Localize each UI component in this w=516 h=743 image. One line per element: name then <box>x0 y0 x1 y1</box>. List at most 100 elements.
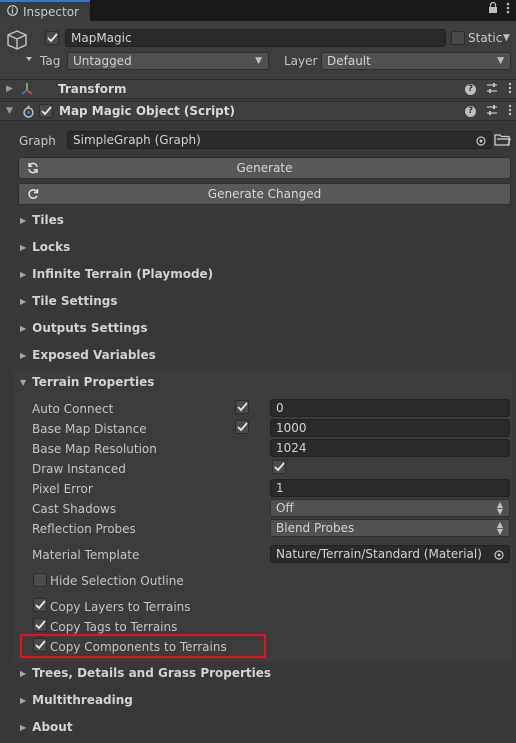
foldout-label: Tiles <box>32 213 64 227</box>
more-icon[interactable] <box>508 82 512 97</box>
reflection-probes-value: Blend Probes <box>276 521 355 535</box>
component-name: Map Magic Object (Script) <box>59 104 235 118</box>
generate-changed-button[interactable]: Generate Changed <box>18 183 511 205</box>
collapsed-arrow-icon: ▶ <box>6 84 13 94</box>
tag-label: Tag <box>40 54 61 68</box>
refresh-icon <box>27 188 39 203</box>
gameobject-active-checkbox[interactable] <box>45 31 59 45</box>
updown-arrows-icon: ▲ ▼ <box>496 500 503 516</box>
tab-label: Inspector <box>23 4 79 19</box>
foldout-tile-settings[interactable]: ▶ Tile Settings <box>20 294 118 308</box>
chevron-down-icon: ▼ <box>255 56 262 66</box>
copy-layers-label: Copy Layers to Terrains <box>50 600 191 614</box>
refresh-icon <box>27 162 39 177</box>
graph-value: SimpleGraph (Graph) <box>73 133 201 147</box>
copy-layers-checkbox[interactable] <box>33 598 47 612</box>
help-icon[interactable]: ? <box>465 83 476 95</box>
material-template-value: Nature/Terrain/Standard (Material) <box>276 547 482 561</box>
foldout-tiles[interactable]: ▶ Tiles <box>20 213 64 227</box>
static-label: Static <box>468 31 503 45</box>
collapsed-arrow-icon: ▶ <box>20 242 27 252</box>
draw-instanced-checkbox[interactable] <box>272 460 286 474</box>
more-icon[interactable] <box>508 104 512 119</box>
foldout-locks[interactable]: ▶ Locks <box>20 240 70 254</box>
transform-icon <box>20 82 34 99</box>
component-name: Transform <box>58 82 127 96</box>
graph-object-field[interactable]: SimpleGraph (Graph) <box>67 131 492 149</box>
presets-icon[interactable] <box>486 82 498 97</box>
foldout-label: About <box>32 720 73 734</box>
auto-connect-checkbox[interactable] <box>235 400 249 414</box>
layer-dropdown[interactable]: Default ▼ <box>321 52 511 70</box>
script-icon <box>22 105 35 121</box>
menu-icon[interactable] <box>506 2 510 17</box>
gameobject-header: MapMagic Static ▼ Tag Untagged ▼ Layer D… <box>0 21 516 81</box>
object-picker-icon[interactable] <box>494 549 504 563</box>
foldout-label: Trees, Details and Grass Properties <box>32 666 272 680</box>
static-checkbox[interactable] <box>451 31 465 45</box>
lock-icon[interactable] <box>488 1 498 17</box>
collapsed-arrow-icon: ▶ <box>20 668 27 678</box>
foldout-label: Tile Settings <box>32 294 118 308</box>
tab-bar: Inspector <box>0 0 516 21</box>
foldout-trees-details-grass[interactable]: ▶ Trees, Details and Grass Properties <box>20 666 271 680</box>
foldout-label: Exposed Variables <box>32 348 156 362</box>
cast-shadows-value: Off <box>276 501 294 515</box>
collapsed-arrow-icon: ▶ <box>20 323 27 333</box>
reflection-probes-label: Reflection Probes <box>32 522 136 536</box>
base-map-resolution-input[interactable]: 1024 <box>270 439 510 457</box>
collapsed-arrow-icon: ▶ <box>20 350 27 360</box>
tab-inspector[interactable]: Inspector <box>0 0 90 21</box>
foldout-exposed-variables[interactable]: ▶ Exposed Variables <box>20 348 156 362</box>
base-map-distance-checkbox[interactable] <box>235 420 249 434</box>
base-map-distance-label: Base Map Distance <box>32 422 147 436</box>
help-icon[interactable]: ? <box>465 105 476 117</box>
graph-label: Graph <box>19 134 56 148</box>
highlight-box <box>20 634 266 658</box>
auto-connect-input[interactable]: 0 <box>270 399 510 417</box>
material-template-field[interactable]: Nature/Terrain/Standard (Material) <box>270 545 510 563</box>
base-map-resolution-label: Base Map Resolution <box>32 442 157 456</box>
generate-label: Generate <box>236 161 293 175</box>
hide-selection-outline-checkbox[interactable] <box>33 573 47 587</box>
generate-changed-label: Generate Changed <box>207 187 322 201</box>
foldout-multithreading[interactable]: ▶ Multithreading <box>20 693 133 707</box>
pixel-error-input[interactable]: 1 <box>270 479 510 497</box>
copy-tags-checkbox[interactable] <box>33 618 47 632</box>
hide-selection-outline-label: Hide Selection Outline <box>50 574 184 588</box>
expanded-arrow-icon: ▼ <box>6 106 13 116</box>
component-map-magic-object[interactable]: ▼ Map Magic Object (Script) ? <box>0 101 516 121</box>
collapsed-arrow-icon: ▶ <box>20 215 27 225</box>
presets-icon[interactable] <box>486 104 498 119</box>
copy-tags-label: Copy Tags to Terrains <box>50 620 178 634</box>
generate-button[interactable]: Generate <box>18 157 511 179</box>
foldout-outputs-settings[interactable]: ▶ Outputs Settings <box>20 321 147 335</box>
foldout-label: Locks <box>32 240 71 254</box>
expanded-arrow-icon: ▼ <box>20 377 27 387</box>
foldout-label: Infinite Terrain (Playmode) <box>32 267 214 281</box>
cast-shadows-dropdown[interactable]: Off ▲ ▼ <box>270 499 510 517</box>
open-folder-icon[interactable] <box>494 131 511 150</box>
cast-shadows-label: Cast Shadows <box>32 502 117 516</box>
collapsed-arrow-icon: ▶ <box>20 296 27 306</box>
layer-value: Default <box>327 54 371 68</box>
foldout-infinite-terrain[interactable]: ▶ Infinite Terrain (Playmode) <box>20 267 213 281</box>
foldout-terrain-properties[interactable]: ▼ Terrain Properties <box>20 375 154 389</box>
reflection-probes-dropdown[interactable]: Blend Probes ▲ ▼ <box>270 519 510 537</box>
material-template-label: Material Template <box>32 548 140 562</box>
chevron-down-icon: ▼ <box>497 56 504 66</box>
foldout-label: Multithreading <box>32 693 133 707</box>
component-transform[interactable]: ▶ Transform ? <box>0 79 516 99</box>
updown-arrows-icon: ▲ ▼ <box>496 520 503 536</box>
object-picker-icon[interactable] <box>476 135 486 149</box>
static-dropdown-icon[interactable]: ▼ <box>503 33 510 43</box>
auto-connect-label: Auto Connect <box>32 402 114 416</box>
gameobject-name-input[interactable]: MapMagic <box>65 29 446 47</box>
foldout-about[interactable]: ▶ About <box>20 720 73 734</box>
tag-dropdown[interactable]: Untagged ▼ <box>67 52 269 70</box>
gameobject-cube-icon[interactable] <box>6 29 34 68</box>
collapsed-arrow-icon: ▶ <box>20 269 27 279</box>
component-enabled-checkbox[interactable] <box>39 104 53 118</box>
base-map-distance-input[interactable]: 1000 <box>270 419 510 437</box>
tag-value: Untagged <box>73 54 132 68</box>
